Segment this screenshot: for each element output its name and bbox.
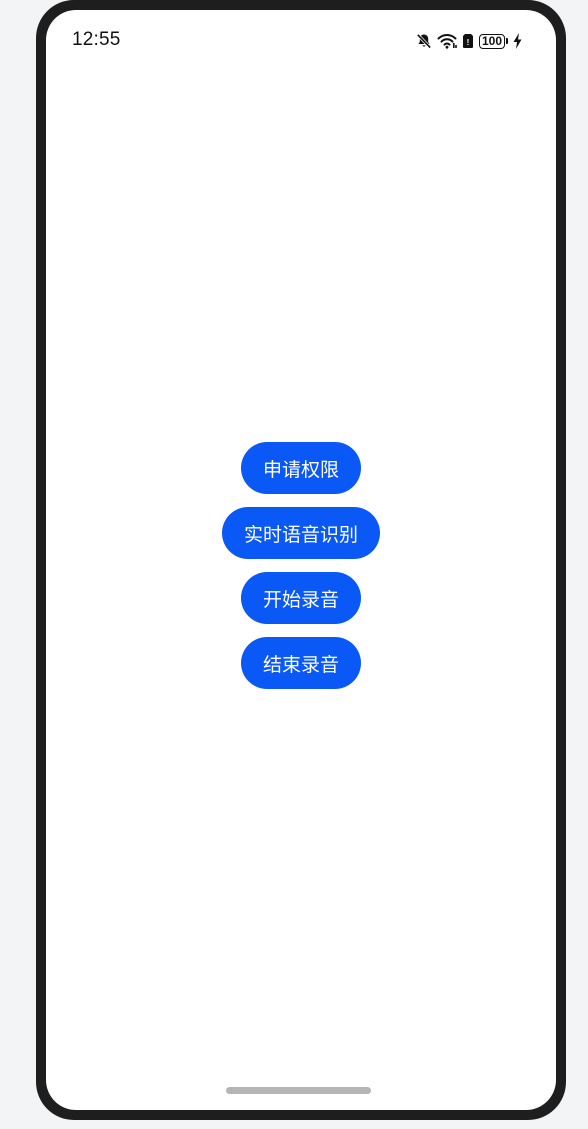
battery-cap	[506, 38, 508, 44]
stop-recording-button[interactable]: 结束录音	[240, 637, 361, 689]
start-recording-button[interactable]: 开始录音	[240, 572, 361, 624]
device-frame: 12:55 ! 100 申请权限 实时语音识别 开始录音 结束录音	[36, 0, 566, 1120]
sim-card-icon: !	[462, 33, 474, 49]
request-permission-button[interactable]: 申请权限	[240, 442, 361, 494]
bell-off-icon	[416, 33, 432, 49]
wifi-icon	[437, 33, 457, 49]
button-stack: 申请权限 实时语音识别 开始录音 结束录音	[46, 442, 556, 689]
status-icons: ! 100	[416, 31, 522, 51]
app-screen: 12:55 ! 100 申请权限 实时语音识别 开始录音 结束录音	[46, 10, 556, 1110]
charging-bolt-icon	[513, 33, 522, 49]
battery-level: 100	[478, 33, 505, 49]
battery-icon: 100	[478, 33, 508, 49]
status-time: 12:55	[72, 29, 121, 50]
svg-text:!: !	[467, 38, 470, 47]
home-indicator[interactable]	[226, 1087, 371, 1094]
realtime-speech-recognition-button[interactable]: 实时语音识别	[221, 507, 380, 559]
status-bar: 12:55 ! 100	[46, 10, 556, 70]
